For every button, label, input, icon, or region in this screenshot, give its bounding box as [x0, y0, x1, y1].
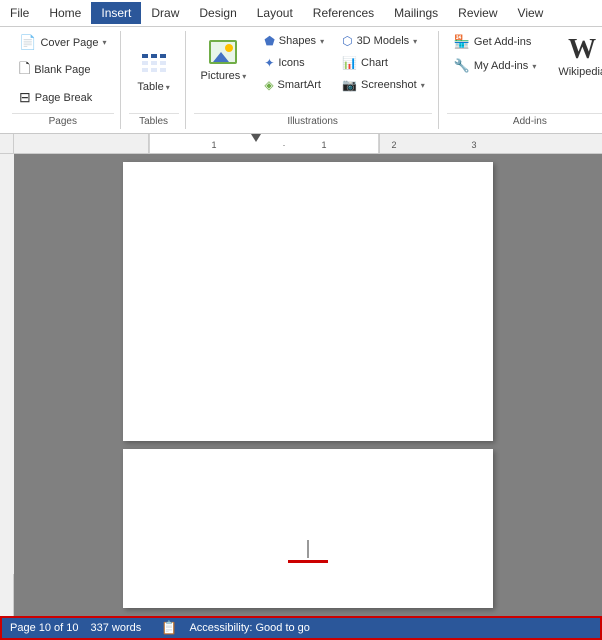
my-addins-label: My Add-ins: [474, 60, 528, 72]
get-addins-button[interactable]: 🏪 Get Add-ins: [447, 31, 544, 53]
menu-layout[interactable]: Layout: [247, 2, 303, 24]
blank-page-label: Blank Page: [34, 64, 90, 76]
page-info: Page 10 of 10: [10, 622, 79, 634]
ribbon-group-addins: 🏪 Get Add-ins 🔧 My Add-ins ▾ W Wikipedia…: [441, 31, 602, 129]
proofing-icon: 📋: [161, 620, 177, 636]
svg-text:1: 1: [211, 140, 216, 150]
shapes-icon: ⬟: [264, 34, 274, 48]
page-break-button[interactable]: ⊟ Page Break: [12, 86, 99, 109]
pages-group-label: Pages: [12, 113, 114, 129]
icons-label: Icons: [278, 57, 304, 69]
text-cursor: [308, 540, 309, 558]
menu-file[interactable]: File: [0, 2, 39, 24]
3d-models-button[interactable]: ⬡ 3D Models ▾: [335, 31, 432, 51]
pictures-label: Pictures: [201, 70, 241, 82]
cover-page-label: Cover Page: [40, 37, 98, 49]
ruler: 1 · 1 2 3: [0, 134, 602, 154]
screenshot-label: Screenshot: [361, 79, 417, 91]
main-area: [0, 154, 602, 616]
icons-icon: ✦: [264, 56, 274, 70]
ribbon: 📄 Cover Page ▾ 🗋 Blank Page ⊟ Page Break…: [0, 27, 602, 134]
shapes-label: Shapes: [279, 35, 316, 47]
smartart-label: SmartArt: [278, 79, 321, 91]
table-dropdown-icon: ▾: [166, 83, 170, 92]
chart-icon: 📊: [342, 56, 357, 70]
document-canvas[interactable]: [14, 154, 602, 616]
wikipedia-label: Wikipedia: [558, 66, 602, 78]
addins-group-label: Add-ins: [447, 113, 602, 129]
menu-references[interactable]: References: [303, 2, 384, 24]
svg-text:3: 3: [471, 140, 476, 150]
tables-group-label: Tables: [129, 113, 179, 129]
pictures-icon: [207, 36, 239, 68]
ribbon-group-tables: Table ▾ Tables: [123, 31, 186, 129]
screenshot-dropdown-icon: ▾: [421, 81, 425, 90]
ribbon-group-pages: 📄 Cover Page ▾ 🗋 Blank Page ⊟ Page Break…: [6, 31, 121, 129]
blank-page-icon: 🗋: [19, 58, 30, 82]
icons-button[interactable]: ✦ Icons: [257, 53, 331, 73]
screenshot-icon: 📷: [342, 78, 357, 92]
pictures-dropdown-icon: ▾: [242, 72, 246, 81]
menu-bar: File Home Insert Draw Design Layout Refe…: [0, 0, 602, 27]
pictures-button[interactable]: Pictures ▾: [194, 31, 254, 87]
vertical-ruler: [0, 154, 14, 616]
svg-text:1: 1: [321, 140, 326, 150]
my-addins-button[interactable]: 🔧 My Add-ins ▾: [447, 55, 544, 77]
my-addins-icon: 🔧: [454, 58, 470, 74]
screenshot-button[interactable]: 📷 Screenshot ▾: [335, 75, 432, 95]
cover-page-button[interactable]: 📄 Cover Page ▾: [12, 31, 114, 54]
wikipedia-button[interactable]: W Wikipedia: [551, 31, 602, 83]
chart-button[interactable]: 📊 Chart: [335, 53, 432, 73]
status-bar: Page 10 of 10 337 words 📋 Accessibility:…: [0, 616, 602, 640]
page-top: [123, 162, 493, 441]
cover-page-icon: 📄: [19, 34, 36, 51]
smartart-icon: ◈: [264, 78, 273, 92]
table-label: Table: [137, 81, 163, 93]
red-underline: [288, 560, 328, 563]
3d-models-label: 3D Models: [357, 35, 410, 47]
chart-label: Chart: [361, 57, 388, 69]
ruler-side: [0, 134, 14, 153]
page-break-icon: ⊟: [19, 89, 31, 106]
horizontal-ruler: 1 · 1 2 3: [14, 134, 602, 153]
ribbon-group-illustrations: Pictures ▾ ⬟ Shapes ▾ ✦ Icons: [188, 31, 439, 129]
menu-mailings[interactable]: Mailings: [384, 2, 448, 24]
get-addins-label: Get Add-ins: [474, 36, 531, 48]
page-break-label: Page Break: [35, 92, 92, 104]
blank-page-button[interactable]: 🗋 Blank Page: [12, 55, 98, 85]
menu-view[interactable]: View: [508, 2, 554, 24]
table-icon: [138, 47, 170, 79]
cover-page-dropdown-icon: ▾: [103, 38, 107, 47]
wikipedia-icon: W: [568, 36, 596, 64]
shapes-button[interactable]: ⬟ Shapes ▾: [257, 31, 331, 51]
proofing-status: Accessibility: Good to go: [189, 622, 309, 634]
page-bottom: [123, 449, 493, 608]
my-addins-dropdown-icon: ▾: [532, 62, 536, 71]
menu-design[interactable]: Design: [189, 2, 246, 24]
3d-models-icon: ⬡: [342, 34, 352, 48]
menu-draw[interactable]: Draw: [141, 2, 189, 24]
vertical-ruler-svg: [0, 154, 14, 574]
shapes-dropdown-icon: ▾: [320, 37, 324, 46]
svg-text:2: 2: [391, 140, 396, 150]
word-count: 337 words: [91, 622, 142, 634]
table-button[interactable]: Table ▾: [129, 42, 179, 98]
smartart-button[interactable]: ◈ SmartArt: [257, 75, 331, 95]
menu-home[interactable]: Home: [39, 2, 91, 24]
menu-review[interactable]: Review: [448, 2, 507, 24]
menu-insert[interactable]: Insert: [91, 2, 141, 24]
ruler-svg: 1 · 1 2 3: [14, 134, 602, 153]
svg-text:·: ·: [283, 140, 286, 150]
3d-dropdown-icon: ▾: [413, 37, 417, 46]
get-addins-icon: 🏪: [454, 34, 470, 50]
illustrations-group-label: Illustrations: [194, 113, 432, 129]
